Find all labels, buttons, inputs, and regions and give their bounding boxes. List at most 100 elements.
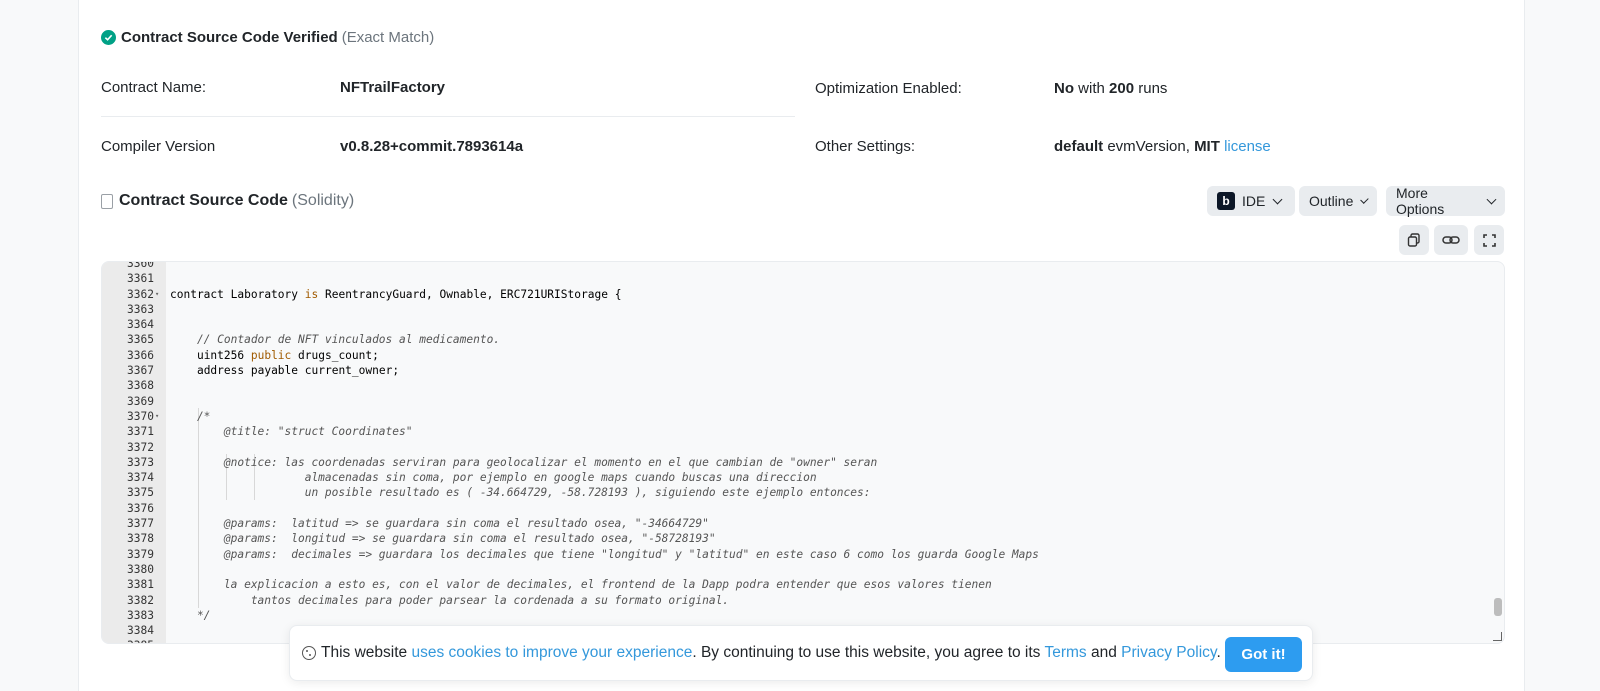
code-line: 3377 @params: latitud => se guardara sin… [102, 516, 1504, 531]
code-line: 3383 */ [102, 608, 1504, 623]
ide-dropdown-button[interactable]: b IDE [1207, 186, 1295, 216]
line-number: 3360 [127, 261, 154, 270]
code-line: 3368 [102, 378, 1504, 393]
code-text: */ [170, 608, 211, 622]
line-number: 3375 [127, 486, 154, 500]
line-number: 3372 [127, 440, 154, 454]
code-line: 3365 // Contador de NFT vinculados al me… [102, 332, 1504, 347]
code-file-icon [101, 193, 113, 209]
line-number: 3384 [127, 624, 154, 638]
line-number: 3364 [127, 318, 154, 332]
verified-note: (Exact Match) [341, 28, 435, 46]
code-lines: 3360 3361 3362 ▾ contract Laboratory is Reen… [102, 261, 1504, 643]
code-line: 3361 [102, 271, 1504, 286]
outline-dropdown-button[interactable]: Outline [1299, 186, 1377, 216]
source-code-heading: Contract Source Code (Solidity) [101, 190, 354, 212]
source-title: Contract Source Code [119, 192, 288, 209]
code-line: 3373 @notice: las coordenadas serviran p… [102, 455, 1504, 470]
line-number: 3362 [127, 287, 154, 301]
code-line: 3360 [102, 261, 1504, 271]
line-number: 3367 [127, 364, 154, 378]
line-number: 3378 [127, 532, 154, 546]
code-line: 3366 uint256 public drugs_count; [102, 348, 1504, 363]
copy-button[interactable] [1399, 225, 1429, 255]
line-number: 3385 [102, 638, 154, 643]
contract-name-label: Contract Name: [101, 79, 207, 96]
outline-label: Outline [1309, 193, 1354, 209]
fold-toggle-icon[interactable]: ▾ [155, 409, 159, 424]
code-line: 3362 ▾ contract Laboratory is ReentrancyGu… [102, 287, 1504, 302]
cookie-policy-link[interactable]: uses cookies to improve your experience [411, 644, 692, 661]
source-language: (Solidity) [291, 192, 355, 209]
fullscreen-button[interactable] [1474, 225, 1504, 255]
chevron-down-icon [1360, 194, 1369, 204]
code-text: /* [170, 409, 211, 423]
line-number: 3374 [127, 471, 154, 485]
settings-row: Other Settings: default evmVersion, MIT … [815, 117, 1505, 175]
link-icon [1442, 236, 1460, 244]
license-link[interactable]: license [1224, 138, 1271, 155]
line-number: 3382 [127, 593, 154, 607]
code-line: 3381 la explicacion a esto es, con el va… [102, 577, 1504, 592]
optimization-row: Optimization Enabled: No with 200 runs [815, 59, 1505, 117]
contract-name-row: Contract Name: NFTrailFactory [101, 59, 795, 117]
compiler-label: Compiler Version [101, 137, 216, 155]
code-line: 3370 ▾ /* [102, 409, 1504, 424]
code-text: @params: decimales => guardara los decim… [170, 547, 1039, 561]
code-line: 3363 [102, 302, 1504, 317]
line-number: 3380 [127, 562, 154, 576]
code-line: 3372 [102, 440, 1504, 455]
line-number: 3373 [127, 455, 154, 469]
terms-link[interactable]: Terms [1044, 644, 1086, 661]
source-code-editor[interactable]: 3360 3361 3362 ▾ contract Laboratory is Reen… [101, 261, 1505, 644]
code-text: @params: latitud => se guardara sin coma… [170, 517, 709, 531]
more-options-dropdown-button[interactable]: More Options [1386, 185, 1505, 217]
line-number: 3371 [127, 425, 154, 439]
chevron-down-icon [1272, 194, 1283, 204]
line-number: 3363 [127, 302, 154, 316]
privacy-policy-link[interactable]: Privacy Policy [1121, 644, 1216, 661]
editor-scrollbar[interactable] [1494, 598, 1502, 616]
code-text: @params: longitud => se guardara sin com… [170, 532, 716, 546]
chevron-down-icon [1486, 194, 1497, 204]
code-line: 3375 un posible resultado es ( -34.66472… [102, 485, 1504, 500]
code-text: tantos decimales para poder parsear la c… [170, 593, 730, 607]
line-number: 3383 [127, 608, 154, 622]
code-text: un posible resultado es ( -34.664729, -5… [170, 486, 871, 500]
code-text: uint256 public drugs_count; [196, 348, 379, 362]
resize-handle-icon[interactable] [1493, 632, 1502, 641]
code-text: contract Laboratory is ReentrancyGuard, … [170, 287, 622, 301]
compiler-row: Compiler Version v0.8.28+commit.7893614a [101, 117, 795, 175]
check-circle-icon [101, 29, 116, 45]
code-line: 3374 almacenadas sin coma, por ejemplo e… [102, 470, 1504, 485]
compiler-value: v0.8.28+commit.7893614a [340, 137, 524, 155]
blockscout-logo-icon: b [1217, 192, 1235, 210]
code-text: la explicacion a esto es, con el valor d… [170, 578, 992, 592]
code-line: 3364 [102, 317, 1504, 332]
code-text: almacenadas sin coma, por ejemplo en goo… [170, 471, 817, 485]
line-number: 3376 [127, 501, 154, 515]
settings-label: Other Settings: [815, 137, 916, 155]
optimization-value: No with 200 runs [1054, 79, 1168, 97]
code-line: 3382 tantos decimales para poder parsear… [102, 593, 1504, 608]
verified-title: Contract Source Code Verified [121, 28, 338, 46]
code-text: address payable current_owner; [196, 364, 400, 378]
code-line: 3378 @params: longitud => se guardara si… [102, 531, 1504, 546]
line-number: 3379 [127, 547, 154, 561]
accept-cookies-button[interactable]: Got it! [1225, 637, 1302, 672]
copy-icon [1407, 233, 1420, 247]
line-number: 3370 [127, 409, 154, 423]
link-button[interactable] [1434, 225, 1468, 255]
contract-card: Contract Source Code Verified (Exact Mat… [78, 0, 1525, 691]
code-line: 3367 address payable current_owner; [102, 363, 1504, 378]
ide-label: IDE [1242, 193, 1266, 209]
line-number: 3365 [127, 333, 154, 347]
cookie-banner: This website uses cookies to improve you… [289, 625, 1313, 681]
code-text: @notice: las coordenadas serviran para g… [170, 455, 878, 469]
code-text: @title: "struct Coordinates" [170, 425, 413, 439]
line-number: 3369 [127, 394, 154, 408]
cookie-icon [302, 646, 316, 660]
fold-toggle-icon[interactable]: ▾ [155, 287, 159, 302]
code-line: 3371 @title: "struct Coordinates" [102, 424, 1504, 439]
code-line: 3380 [102, 562, 1504, 577]
